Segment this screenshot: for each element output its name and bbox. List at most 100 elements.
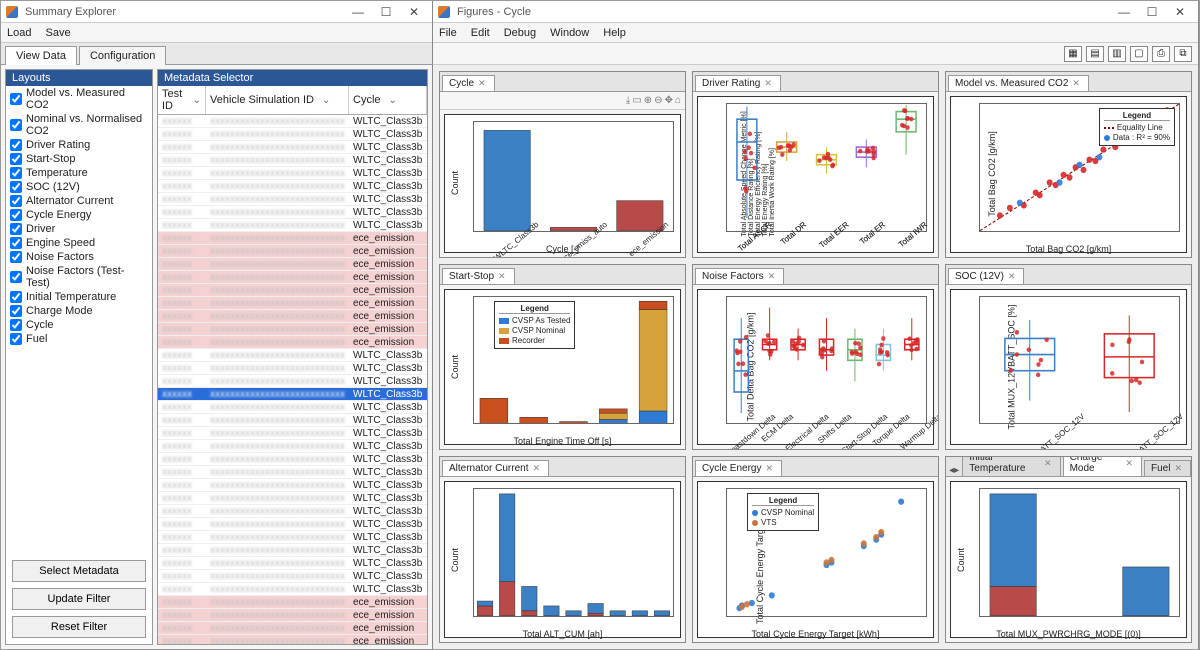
table-row[interactable]: xxxxxxxxxxxxxxxxxxxxxxxxxxxxxxxxxWLTC_Cl… <box>158 349 427 362</box>
layout-checkbox[interactable] <box>10 333 22 345</box>
table-row[interactable]: xxxxxxxxxxxxxxxxxxxxxxxxxxxxxxxxxWLTC_Cl… <box>158 193 427 206</box>
layout-checkbox[interactable] <box>10 167 22 179</box>
tab-close-icon[interactable]: ✕ <box>768 271 776 282</box>
minimize-button[interactable]: — <box>344 5 372 19</box>
layout-checkbox[interactable] <box>10 209 22 221</box>
tab-close-icon[interactable]: ✕ <box>1072 78 1080 89</box>
table-row[interactable]: xxxxxxxxxxxxxxxxxxxxxxxxxxxxxxxxxWLTC_Cl… <box>158 505 427 518</box>
layout-item[interactable]: Alternator Current <box>6 194 152 208</box>
tab-close-icon[interactable]: ✕ <box>765 463 773 474</box>
table-row[interactable]: xxxxxxxxxxxxxxxxxxxxxxxxxxxxxxxxxWLTC_Cl… <box>158 167 427 180</box>
tab-close-icon[interactable]: ✕ <box>1174 463 1182 474</box>
layout-item[interactable]: Initial Temperature <box>6 290 152 304</box>
table-row[interactable]: xxxxxxxxxxxxxxxxxxxxxxxxxxxxxxxxxWLTC_Cl… <box>158 206 427 219</box>
tab-configuration[interactable]: Configuration <box>79 46 166 65</box>
table-row[interactable]: xxxxxxxxxxxxxxxxxxxxxxxxxxxxxxxxxece_emi… <box>158 297 427 310</box>
tab-close-icon[interactable]: ✕ <box>1125 458 1133 469</box>
pan-icon[interactable]: ✥ <box>665 95 673 106</box>
tab-view-data[interactable]: View Data <box>5 46 77 65</box>
table-row[interactable]: xxxxxxxxxxxxxxxxxxxxxxxxxxxxxxxxxWLTC_Cl… <box>158 570 427 583</box>
table-row[interactable]: xxxxxxxxxxxxxxxxxxxxxxxxxxxxxxxxxece_emi… <box>158 310 427 323</box>
close-button[interactable]: ✕ <box>400 5 428 19</box>
table-row[interactable]: xxxxxxxxxxxxxxxxxxxxxxxxxxxxxxxxxWLTC_Cl… <box>158 479 427 492</box>
table-row[interactable]: xxxxxxxxxxxxxxxxxxxxxxxxxxxxxxxxxWLTC_Cl… <box>158 583 427 596</box>
layout-row-icon[interactable]: ▤ <box>1086 46 1104 62</box>
table-row[interactable]: xxxxxxxxxxxxxxxxxxxxxxxxxxxxxxxxxWLTC_Cl… <box>158 362 427 375</box>
layout-item[interactable]: Start-Stop <box>6 152 152 166</box>
table-row[interactable]: xxxxxxxxxxxxxxxxxxxxxxxxxxxxxxxxxWLTC_Cl… <box>158 154 427 167</box>
tab-close-icon[interactable]: ✕ <box>1008 271 1016 282</box>
table-row[interactable]: xxxxxxxxxxxxxxxxxxxxxxxxxxxxxxxxxece_emi… <box>158 271 427 284</box>
figure-tab[interactable]: Model vs. Measured CO2✕ <box>948 75 1089 91</box>
layout-item[interactable]: Nominal vs. Normalised CO2 <box>6 112 152 138</box>
minimize-button[interactable]: — <box>1110 5 1138 19</box>
layout-checkbox[interactable] <box>10 93 22 105</box>
layout-item[interactable]: Cycle Energy <box>6 208 152 222</box>
figure-tab[interactable]: Alternator Current✕ <box>442 460 549 476</box>
table-row[interactable]: xxxxxxxxxxxxxxxxxxxxxxxxxxxxxxxxxWLTC_Cl… <box>158 440 427 453</box>
zoom-out-icon[interactable]: ⊖ <box>654 95 662 106</box>
table-row[interactable]: xxxxxxxxxxxxxxxxxxxxxxxxxxxxxxxxxWLTC_Cl… <box>158 557 427 570</box>
figure-tab[interactable]: Initial Temperature✕ <box>962 456 1060 476</box>
tab-scroll-icon[interactable]: ◂▸ <box>948 465 960 476</box>
table-row[interactable]: xxxxxxxxxxxxxxxxxxxxxxxxxxxxxxxxxece_emi… <box>158 323 427 336</box>
menu-file[interactable]: File <box>439 27 457 39</box>
table-row[interactable]: xxxxxxxxxxxxxxxxxxxxxxxxxxxxxxxxxWLTC_Cl… <box>158 401 427 414</box>
layout-col-icon[interactable]: ▥ <box>1108 46 1126 62</box>
menu-debug[interactable]: Debug <box>504 27 536 39</box>
figure-tab[interactable]: Start-Stop✕ <box>442 268 515 284</box>
table-row[interactable]: xxxxxxxxxxxxxxxxxxxxxxxxxxxxxxxxxWLTC_Cl… <box>158 453 427 466</box>
menu-help[interactable]: Help <box>603 27 626 39</box>
layout-checkbox[interactable] <box>10 119 22 131</box>
menu-edit[interactable]: Edit <box>471 27 490 39</box>
layout-checkbox[interactable] <box>10 181 22 193</box>
table-row[interactable]: xxxxxxxxxxxxxxxxxxxxxxxxxxxxxxxxxWLTC_Cl… <box>158 427 427 440</box>
layout-item[interactable]: Engine Speed <box>6 236 152 250</box>
maximize-button[interactable]: ☐ <box>1138 5 1166 19</box>
table-row[interactable]: xxxxxxxxxxxxxxxxxxxxxxxxxxxxxxxxxWLTC_Cl… <box>158 388 427 401</box>
table-row[interactable]: xxxxxxxxxxxxxxxxxxxxxxxxxxxxxxxxxece_emi… <box>158 258 427 271</box>
tab-close-icon[interactable]: ✕ <box>764 78 772 89</box>
table-row[interactable]: xxxxxxxxxxxxxxxxxxxxxxxxxxxxxxxxxece_emi… <box>158 622 427 635</box>
layout-checkbox[interactable] <box>10 195 22 207</box>
layout-checkbox[interactable] <box>10 251 22 263</box>
layout-grid-icon[interactable]: ▦ <box>1064 46 1082 62</box>
layout-item[interactable]: Fuel <box>6 332 152 346</box>
layout-checkbox[interactable] <box>10 305 22 317</box>
layout-item[interactable]: Driver <box>6 222 152 236</box>
table-row[interactable]: xxxxxxxxxxxxxxxxxxxxxxxxxxxxxxxxxWLTC_Cl… <box>158 544 427 557</box>
tab-close-icon[interactable]: ✕ <box>532 463 540 474</box>
select-metadata-button[interactable]: Select Metadata <box>12 560 146 582</box>
table-row[interactable]: xxxxxxxxxxxxxxxxxxxxxxxxxxxxxxxxxWLTC_Cl… <box>158 180 427 193</box>
axes[interactable]: Count Total ALT_CUM [ah] <box>444 481 681 638</box>
export-icon[interactable]: ⤓ <box>626 95 630 106</box>
figure-tab[interactable]: Cycle✕ <box>442 75 495 91</box>
table-row[interactable]: xxxxxxxxxxxxxxxxxxxxxxxxxxxxxxxxxWLTC_Cl… <box>158 128 427 141</box>
table-row[interactable]: xxxxxxxxxxxxxxxxxxxxxxxxxxxxxxxxxWLTC_Cl… <box>158 492 427 505</box>
figure-tab[interactable]: Cycle Energy✕ <box>695 460 782 476</box>
axes[interactable]: Count Total MUX_PWRCHRG_MODE [(0)] <box>950 481 1187 638</box>
table-row[interactable]: xxxxxxxxxxxxxxxxxxxxxxxxxxxxxxxxxWLTC_Cl… <box>158 518 427 531</box>
figure-tab[interactable]: SOC (12V)✕ <box>948 268 1024 284</box>
table-row[interactable]: xxxxxxxxxxxxxxxxxxxxxxxxxxxxxxxxxece_emi… <box>158 596 427 609</box>
axes[interactable]: Total Absolute Speed Change Metric [%]To… <box>697 96 934 253</box>
figure-tab[interactable]: Fuel✕ <box>1144 460 1191 476</box>
layout-item[interactable]: Model vs. Measured CO2 <box>6 86 152 112</box>
col-cycle[interactable]: Cycle <box>349 86 427 114</box>
table-row[interactable]: xxxxxxxxxxxxxxxxxxxxxxxxxxxxxxxxxWLTC_Cl… <box>158 531 427 544</box>
figure-tab[interactable]: Noise Factors✕ <box>695 268 784 284</box>
layout-item[interactable]: Temperature <box>6 166 152 180</box>
figure-tab[interactable]: Driver Rating✕ <box>695 75 781 91</box>
axes[interactable]: Total Delta Bag CO2 [g/km] Coastdown Del… <box>697 289 934 446</box>
table-row[interactable]: xxxxxxxxxxxxxxxxxxxxxxxxxxxxxxxxxWLTC_Cl… <box>158 466 427 479</box>
close-button[interactable]: ✕ <box>1166 5 1194 19</box>
layout-checkbox[interactable] <box>10 291 22 303</box>
table-row[interactable]: xxxxxxxxxxxxxxxxxxxxxxxxxxxxxxxxxece_emi… <box>158 245 427 258</box>
figure-tab[interactable]: Charge Mode✕ <box>1063 456 1142 476</box>
layout-checkbox[interactable] <box>10 237 22 249</box>
table-row[interactable]: xxxxxxxxxxxxxxxxxxxxxxxxxxxxxxxxxWLTC_Cl… <box>158 219 427 232</box>
col-test-id[interactable]: Test ID <box>158 86 206 114</box>
tab-close-icon[interactable]: ✕ <box>478 78 486 89</box>
layout-item[interactable]: Noise Factors <box>6 250 152 264</box>
axes[interactable]: Total MUX_12VBATT_SOC [%] Total Final_BA… <box>950 289 1187 446</box>
